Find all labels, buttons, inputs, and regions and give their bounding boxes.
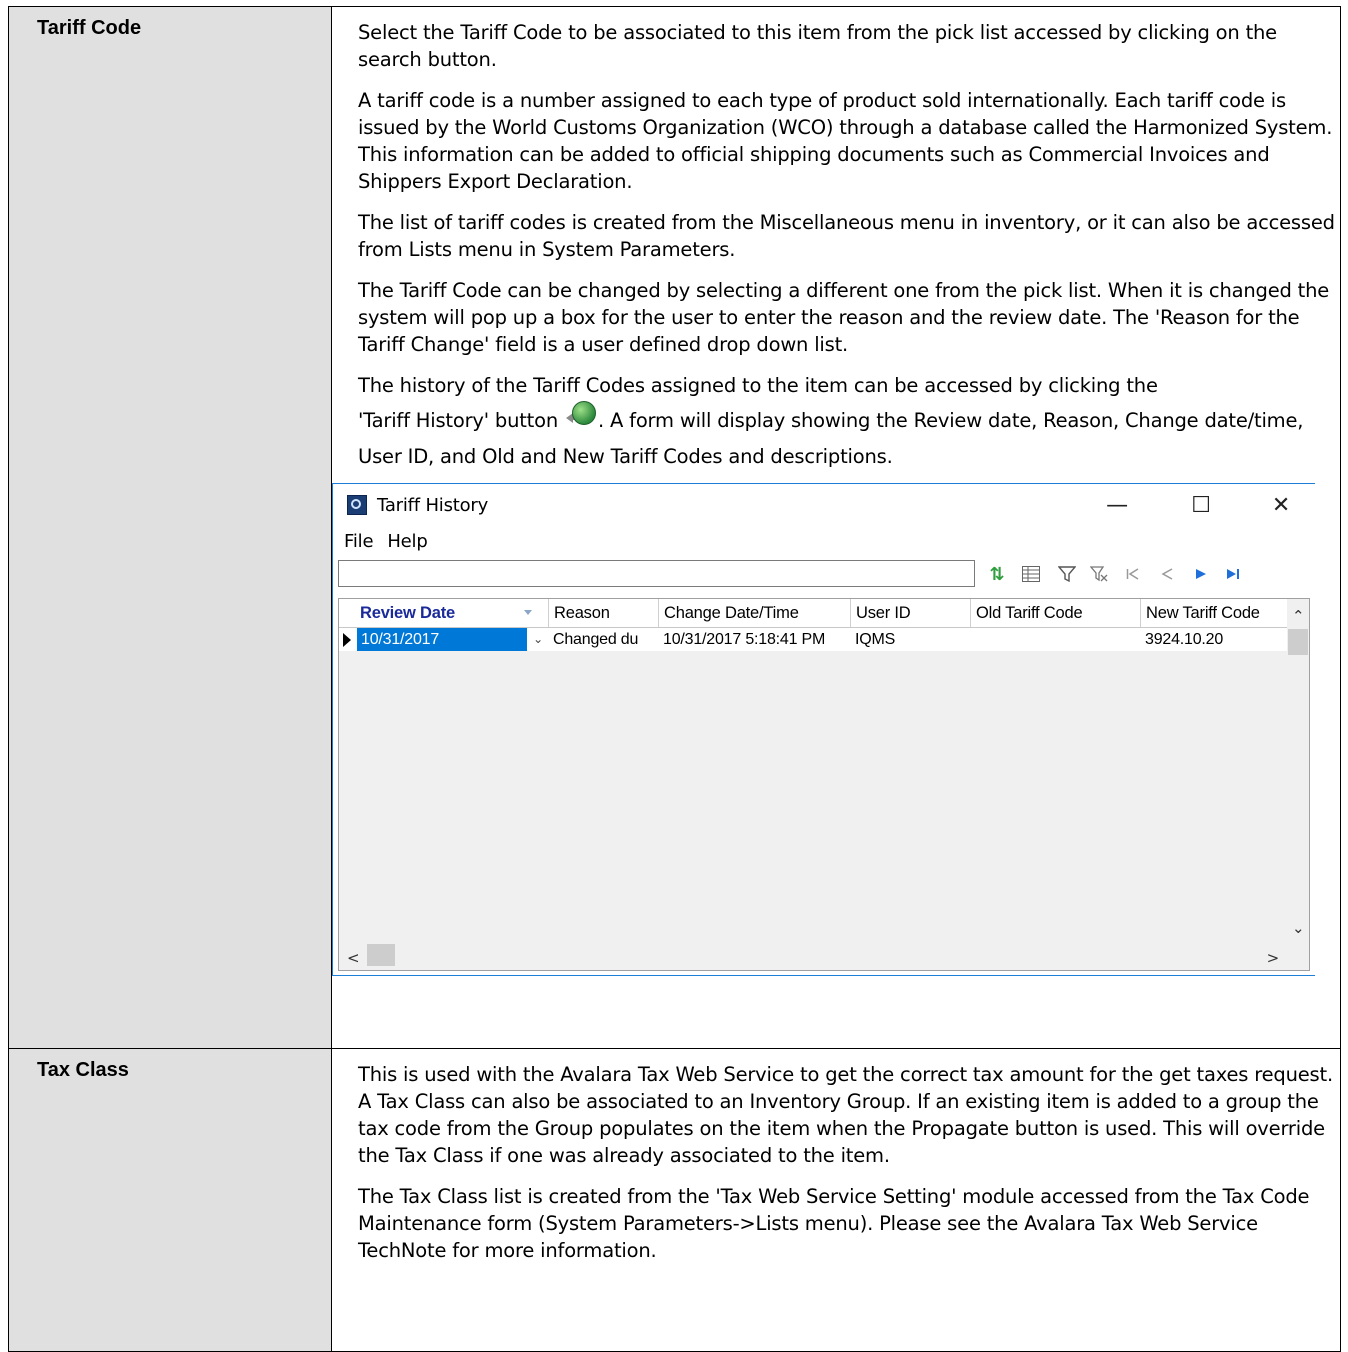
cell-old-tariff[interactable] bbox=[971, 628, 1141, 651]
vertical-scrollbar[interactable]: ⌃ ⌄ bbox=[1287, 599, 1309, 939]
next-record-icon[interactable] bbox=[1189, 562, 1213, 586]
column-header-new-tariff[interactable]: New Tariff Code bbox=[1141, 599, 1291, 627]
cell-review-date[interactable]: 10/31/2017 bbox=[357, 628, 527, 651]
scroll-down-icon[interactable]: ⌄ bbox=[1292, 915, 1305, 942]
table-row-tariff-code: Tariff Code Select the Tariff Code to be… bbox=[9, 7, 1340, 1048]
table-row[interactable]: 10/31/2017 ⌄ Changed du 10/31/2017 5:18:… bbox=[339, 628, 1309, 651]
row-content: This is used with the Avalara Tax Web Se… bbox=[332, 1049, 1340, 1351]
row-indicator-icon bbox=[343, 633, 351, 647]
chevron-down-icon[interactable]: ⌄ bbox=[527, 628, 549, 651]
row-label: Tax Class bbox=[9, 1049, 332, 1351]
first-record-icon[interactable] bbox=[1121, 562, 1145, 586]
paragraph: The history of the Tariff Codes assigned… bbox=[358, 372, 1340, 399]
scroll-up-icon[interactable]: ⌃ bbox=[1292, 603, 1305, 630]
last-record-icon[interactable] bbox=[1221, 562, 1245, 586]
window-title: Tariff History bbox=[377, 494, 489, 516]
prior-record-icon[interactable] bbox=[1155, 562, 1179, 586]
paragraph: 'Tariff History' button. A form will dis… bbox=[358, 399, 1340, 475]
cell-new-tariff[interactable]: 3924.10.20 bbox=[1141, 628, 1289, 651]
horizontal-scroll-thumb[interactable] bbox=[367, 944, 395, 966]
column-header-reason[interactable]: Reason bbox=[549, 599, 659, 627]
grid-header: Review Date Reason Change Date/Time User… bbox=[339, 599, 1309, 628]
app-icon bbox=[347, 495, 367, 515]
column-header-user-id[interactable]: User ID bbox=[851, 599, 971, 627]
title-bar: Tariff History — ☐ ✕ bbox=[333, 484, 1315, 526]
menu-bar: File Help bbox=[333, 526, 1315, 556]
tariff-history-window: Tariff History — ☐ ✕ File Help ⇅ Review … bbox=[332, 483, 1315, 976]
vertical-scroll-thumb[interactable] bbox=[1288, 629, 1308, 655]
horizontal-scrollbar[interactable]: < > bbox=[339, 940, 1309, 970]
paragraph: The Tariff Code can be changed by select… bbox=[358, 279, 1330, 356]
document-table: Tariff Code Select the Tariff Code to be… bbox=[8, 6, 1341, 1352]
paragraph: Select the Tariff Code to be associated … bbox=[358, 21, 1277, 71]
cell-change-date[interactable]: 10/31/2017 5:18:41 PM bbox=[659, 628, 851, 651]
menu-help[interactable]: Help bbox=[387, 528, 427, 555]
history-grid: Review Date Reason Change Date/Time User… bbox=[338, 598, 1310, 971]
columns-icon[interactable] bbox=[1019, 562, 1043, 586]
close-button[interactable]: ✕ bbox=[1261, 484, 1301, 526]
paragraph: The Tax Class list is created from the '… bbox=[358, 1185, 1310, 1262]
row-label: Tariff Code bbox=[9, 7, 332, 1048]
search-input[interactable] bbox=[338, 560, 975, 587]
scroll-left-icon[interactable]: < bbox=[347, 945, 360, 970]
sort-indicator-icon bbox=[524, 610, 532, 615]
paragraph: This is used with the Avalara Tax Web Se… bbox=[358, 1063, 1333, 1167]
menu-file[interactable]: File bbox=[344, 528, 374, 555]
sort-icon[interactable]: ⇅ bbox=[985, 562, 1009, 586]
scroll-right-icon[interactable]: > bbox=[1267, 945, 1280, 970]
tariff-history-icon bbox=[566, 399, 598, 429]
row-content: Select the Tariff Code to be associated … bbox=[332, 7, 1340, 1048]
paragraph: A tariff code is a number assigned to ea… bbox=[358, 89, 1333, 193]
column-header-change-date[interactable]: Change Date/Time bbox=[659, 599, 851, 627]
table-row-tax-class: Tax Class This is used with the Avalara … bbox=[9, 1048, 1340, 1351]
filter-icon[interactable] bbox=[1055, 562, 1079, 586]
maximize-button[interactable]: ☐ bbox=[1181, 484, 1221, 526]
cell-reason[interactable]: Changed du bbox=[549, 628, 659, 651]
history-text: The history of the Tariff Codes assigned… bbox=[358, 374, 1158, 397]
minimize-button[interactable]: — bbox=[1097, 484, 1137, 526]
paragraph: The list of tariff codes is created from… bbox=[358, 211, 1335, 261]
column-header-old-tariff[interactable]: Old Tariff Code bbox=[971, 599, 1141, 627]
column-header-review-date[interactable]: Review Date bbox=[355, 599, 549, 627]
clear-filter-icon[interactable] bbox=[1087, 562, 1111, 586]
toolbar: ⇅ bbox=[333, 556, 1315, 590]
history-text: 'Tariff History' button bbox=[358, 409, 559, 432]
cell-user-id[interactable]: IQMS bbox=[851, 628, 971, 651]
